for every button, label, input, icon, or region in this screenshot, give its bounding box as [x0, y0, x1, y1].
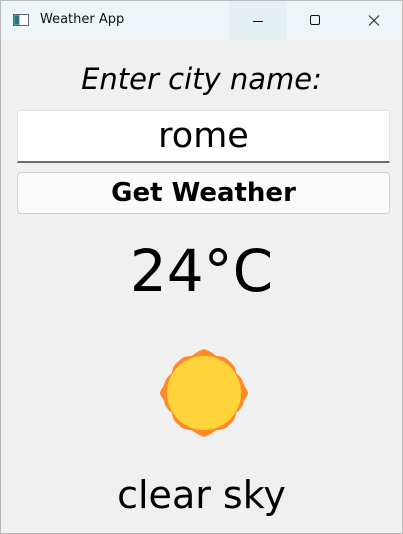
- temperature-readout: 24°C: [129, 237, 274, 305]
- window-title: Weather App: [40, 12, 125, 27]
- maximize-button[interactable]: [287, 1, 345, 41]
- city-prompt-label: Enter city name:: [81, 62, 322, 96]
- weather-condition: clear sky: [117, 473, 286, 517]
- weather-app-window: Weather App Enter city name: Get Weather…: [0, 0, 403, 534]
- title-bar: Weather App: [1, 1, 402, 41]
- city-input[interactable]: [17, 110, 390, 163]
- get-weather-button[interactable]: Get Weather: [17, 172, 390, 214]
- close-button[interactable]: [345, 1, 402, 41]
- minimize-button[interactable]: [229, 1, 287, 41]
- sun-icon: [160, 349, 248, 437]
- sun-inner-disc: [167, 356, 241, 430]
- app-window-icon: [13, 14, 29, 26]
